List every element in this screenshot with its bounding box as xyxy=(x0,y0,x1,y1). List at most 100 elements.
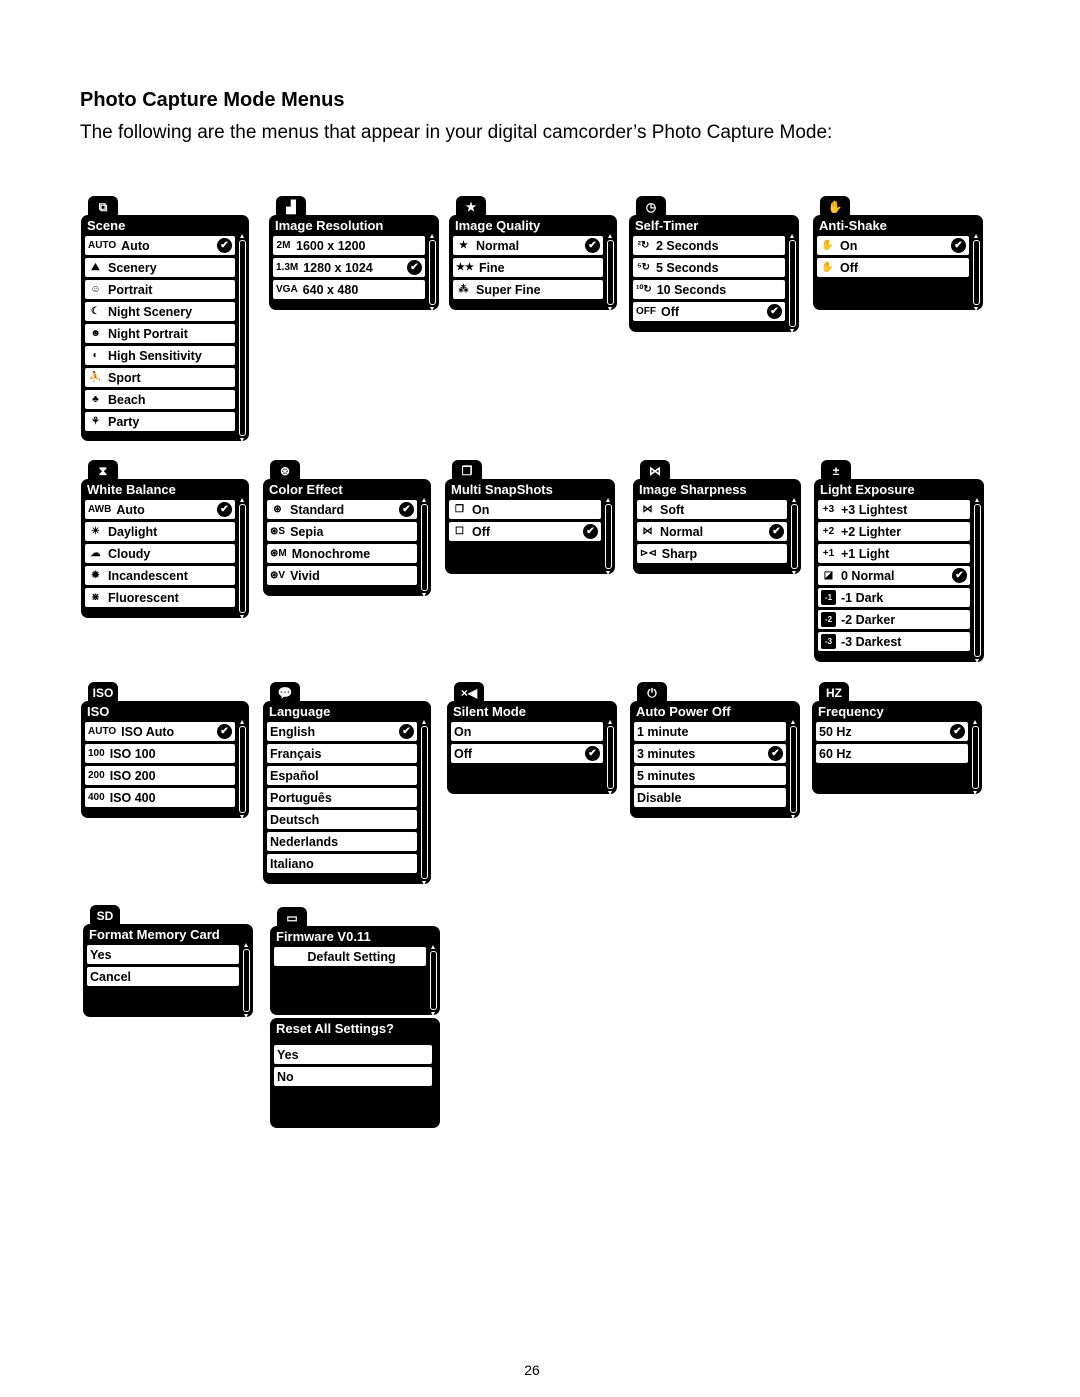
scrollbar[interactable] xyxy=(974,498,981,663)
menu-option[interactable]: Default Setting xyxy=(274,947,426,966)
option-icon: OFF xyxy=(636,306,656,317)
menu-option[interactable]: ✋ On ✔ xyxy=(817,236,969,255)
scrollbar[interactable] xyxy=(421,720,428,885)
menu-option[interactable]: 2M 1600 x 1200 xyxy=(273,236,425,255)
scrollbar[interactable] xyxy=(239,720,246,819)
menu-option[interactable]: On xyxy=(451,722,603,741)
menu-option[interactable]: ⛹ Sport xyxy=(85,368,235,387)
menu-option[interactable]: Cancel xyxy=(87,967,239,986)
menu-option[interactable]: +2 +2 Lighter xyxy=(818,522,970,541)
menu-option[interactable]: ⚘ Party xyxy=(85,412,235,431)
option-icon: ⁵↻ xyxy=(636,262,651,273)
scrollbar[interactable] xyxy=(789,234,796,333)
menu-option[interactable]: ⊛V Vivid xyxy=(267,566,417,585)
menu-option[interactable]: 50 Hz ✔ xyxy=(816,722,968,741)
menu-option[interactable]: ⋈ Soft xyxy=(637,500,787,519)
scrollbar[interactable] xyxy=(239,498,246,619)
menu-option[interactable]: ★ Normal ✔ xyxy=(453,236,603,255)
scrollbar[interactable] xyxy=(430,945,437,1016)
menu-option[interactable]: ♣ Beach xyxy=(85,390,235,409)
menu-option[interactable]: 3 minutes ✔ xyxy=(634,744,786,763)
menu-option[interactable]: ⊛S Sepia xyxy=(267,522,417,541)
menu-option[interactable]: ⁂ Super Fine xyxy=(453,280,603,299)
scrollbar[interactable] xyxy=(607,720,614,795)
menu-option[interactable]: +1 +1 Light xyxy=(818,544,970,563)
menu-panel: Anti-Shake ✋ On ✔ ✋ Off xyxy=(813,215,983,311)
menu-option[interactable]: VGA 640 x 480 xyxy=(273,280,425,299)
scrollbar[interactable] xyxy=(790,720,797,819)
menu-option[interactable]: ☁ Cloudy xyxy=(85,544,235,563)
menu-option[interactable]: OFF Off ✔ xyxy=(633,302,785,321)
menu-option[interactable]: 400 ISO 400 xyxy=(85,788,235,807)
menu-option[interactable]: Disable xyxy=(634,788,786,807)
scrollbar[interactable] xyxy=(972,720,979,795)
menu-option[interactable]: Deutsch xyxy=(267,810,417,829)
menu-option[interactable]: AUTO Auto ✔ xyxy=(85,236,235,255)
option-label: 2 Seconds xyxy=(656,238,719,253)
option-label: -2 Darker xyxy=(841,612,896,627)
menu-option[interactable]: Nederlands xyxy=(267,832,417,851)
option-label: Beach xyxy=(108,392,146,407)
menu-option[interactable]: -1 -1 Dark xyxy=(818,588,970,607)
menu-option[interactable]: No xyxy=(274,1067,432,1086)
scrollbar[interactable] xyxy=(607,234,614,311)
menu-option[interactable]: 200 ISO 200 xyxy=(85,766,235,785)
menu-option[interactable]: ⋈ Normal ✔ xyxy=(637,522,787,541)
intro-text: The following are the menus that appear … xyxy=(80,122,833,143)
menu-option[interactable]: 1.3M 1280 x 1024 ✔ xyxy=(273,258,425,277)
menu-option[interactable]: Français xyxy=(267,744,417,763)
menu-option[interactable]: +3 +3 Lightest xyxy=(818,500,970,519)
menu-option[interactable]: ☀ Daylight xyxy=(85,522,235,541)
menu-option[interactable]: ★★ Fine xyxy=(453,258,603,277)
scrollbar[interactable] xyxy=(791,498,798,575)
menu-option[interactable]: ✋ Off xyxy=(817,258,969,277)
scrollbar[interactable] xyxy=(605,498,612,575)
option-icon: ☐ xyxy=(455,526,464,537)
menu-option[interactable]: ⋇ Fluorescent xyxy=(85,588,235,607)
menu-option[interactable]: Yes xyxy=(87,945,239,964)
menu-option[interactable]: 1 minute xyxy=(634,722,786,741)
menu-option[interactable]: ¹⁰↻ 10 Seconds xyxy=(633,280,785,299)
menu-option[interactable]: ⛰ Scenery xyxy=(85,258,235,277)
menu-option[interactable]: ⁵↻ 5 Seconds xyxy=(633,258,785,277)
checkmark-icon: ✔ xyxy=(399,724,414,739)
option-icon: AUTO xyxy=(88,726,117,737)
menu-option[interactable]: -3 -3 Darkest xyxy=(818,632,970,651)
menu-option[interactable]: ☺ Portrait xyxy=(85,280,235,299)
scrollbar[interactable] xyxy=(421,498,428,597)
menu-option[interactable]: ⊛M Monochrome xyxy=(267,544,417,563)
menu-option[interactable]: ²↻ 2 Seconds xyxy=(633,236,785,255)
menu-option[interactable]: AWB Auto ✔ xyxy=(85,500,235,519)
menu-option[interactable]: 5 minutes xyxy=(634,766,786,785)
menu-option[interactable]: AUTO ISO Auto ✔ xyxy=(85,722,235,741)
menu-option[interactable]: Yes xyxy=(274,1045,432,1064)
menu-option[interactable]: Português xyxy=(267,788,417,807)
menu-option[interactable]: 60 Hz xyxy=(816,744,968,763)
menu-option[interactable]: Italiano xyxy=(267,854,417,873)
menu-frequency: HZ Frequency 50 Hz ✔ 60 Hz xyxy=(812,682,982,795)
menu-panel: Language English ✔ Français Español Português… xyxy=(263,701,431,885)
menu-option[interactable]: ◪ 0 Normal ✔ xyxy=(818,566,970,585)
menu-option[interactable]: ⊳⊲ Sharp xyxy=(637,544,787,563)
scrollbar[interactable] xyxy=(239,234,246,442)
menu-option[interactable]: ☐ Off ✔ xyxy=(449,522,601,541)
option-label: Español xyxy=(270,768,319,783)
menu-option[interactable]: -2 -2 Darker xyxy=(818,610,970,629)
menu-option[interactable]: Off ✔ xyxy=(451,744,603,763)
menu-title: Image Quality xyxy=(455,218,541,233)
menu-option[interactable]: Español xyxy=(267,766,417,785)
option-label: Auto xyxy=(121,238,150,253)
menu-option[interactable]: ◐ High Sensitivity xyxy=(85,346,235,365)
option-label: -1 Dark xyxy=(841,590,884,605)
menu-option[interactable]: ⊛ Standard ✔ xyxy=(267,500,417,519)
option-label: Fluorescent xyxy=(108,590,179,605)
scrollbar[interactable] xyxy=(429,234,436,311)
menu-option[interactable]: ✹ Incandescent xyxy=(85,566,235,585)
scrollbar[interactable] xyxy=(243,943,250,1018)
scrollbar[interactable] xyxy=(973,234,980,311)
menu-option[interactable]: ❐ On xyxy=(449,500,601,519)
menu-option[interactable]: 100 ISO 100 xyxy=(85,744,235,763)
menu-option[interactable]: English ✔ xyxy=(267,722,417,741)
menu-option[interactable]: ☾ Night Scenery xyxy=(85,302,235,321)
menu-option[interactable]: ☻ Night Portrait xyxy=(85,324,235,343)
